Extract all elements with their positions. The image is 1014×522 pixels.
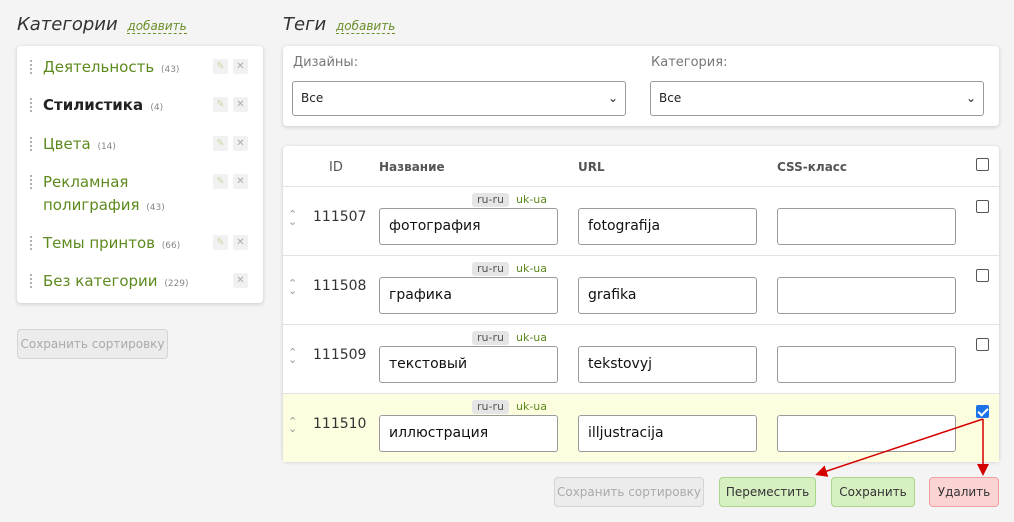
- category-count: (4): [150, 103, 164, 113]
- chevron-down-icon: ⌄: [607, 91, 618, 105]
- tag-url-input[interactable]: illjustracija: [578, 415, 757, 452]
- tag-name-input[interactable]: графика: [379, 277, 558, 314]
- tag-css-input[interactable]: [777, 208, 956, 245]
- category-count: (229): [164, 279, 189, 289]
- close-icon[interactable]: ✕: [233, 273, 248, 288]
- row-id: 111507: [313, 209, 367, 225]
- tag-css-input[interactable]: [777, 415, 956, 452]
- select-all-checkbox[interactable]: [976, 158, 989, 171]
- lang-tab-uk[interactable]: uk-ua: [516, 400, 547, 414]
- pencil-icon[interactable]: ✎: [213, 59, 228, 74]
- row-id: 111508: [313, 278, 367, 294]
- row-id: 111510: [313, 416, 367, 432]
- drag-handle-icon[interactable]: [29, 137, 33, 152]
- category-count: (66): [161, 241, 181, 251]
- lang-tab-uk[interactable]: uk-ua: [516, 262, 547, 276]
- lang-tab-ru[interactable]: ru-ru: [472, 262, 509, 276]
- tag-css-input[interactable]: [777, 346, 956, 383]
- filter-panel: Дизайны: Все ⌄ Категория: Все ⌄: [283, 46, 999, 126]
- chevron-down-icon: ⌄: [965, 91, 976, 105]
- lang-tab-uk[interactable]: uk-ua: [516, 193, 547, 207]
- category-label[interactable]: Цвета (14): [43, 133, 203, 159]
- column-header-id: ID: [329, 160, 343, 175]
- add-tag-link[interactable]: добавить: [335, 19, 396, 34]
- pencil-icon[interactable]: ✎: [213, 97, 228, 112]
- lang-tab-ru[interactable]: ru-ru: [472, 400, 509, 414]
- designs-label: Дизайны:: [293, 55, 359, 70]
- lang-tab-uk[interactable]: uk-ua: [516, 331, 547, 345]
- category-count: (43): [146, 203, 165, 213]
- drag-handle-icon[interactable]: [29, 274, 33, 289]
- tag-name-input[interactable]: фотография: [379, 208, 558, 245]
- tag-url-input[interactable]: tekstovyj: [578, 346, 757, 383]
- save-button[interactable]: Сохранить: [831, 477, 915, 507]
- category-label[interactable]: Деятельность (43): [43, 56, 203, 82]
- table-row: ⌃ ⌄ 111507 ru-ru uk-ua фотография fotogra…: [283, 186, 999, 255]
- row-checkbox[interactable]: [976, 338, 989, 351]
- row-checkbox[interactable]: [976, 269, 989, 282]
- category-label[interactable]: Стилистика (4): [43, 94, 203, 120]
- row-id: 111509: [313, 347, 367, 363]
- drag-handle-icon[interactable]: [29, 236, 33, 251]
- drag-handle-icon[interactable]: ⌃ ⌄: [288, 416, 297, 434]
- close-icon[interactable]: ✕: [233, 235, 248, 250]
- lang-tab-ru[interactable]: ru-ru: [472, 193, 509, 207]
- category-filter-label: Категория:: [651, 55, 728, 70]
- drag-handle-icon[interactable]: ⌃ ⌄: [288, 278, 297, 296]
- tags-title: Теги: [283, 14, 327, 35]
- categories-heading: Категории добавить: [17, 14, 187, 35]
- row-checkbox[interactable]: [976, 405, 989, 418]
- drag-handle-icon[interactable]: ⌃ ⌄: [288, 347, 297, 365]
- tags-table: ID Название URL CSS-класс ⌃ ⌄ 111507 ru-r…: [283, 146, 999, 462]
- column-header-url: URL: [578, 160, 605, 174]
- column-header-name: Название: [379, 160, 445, 174]
- save-category-sort-button[interactable]: Сохранить сортировку: [17, 329, 168, 359]
- drag-handle-icon[interactable]: ⌃ ⌄: [288, 209, 297, 227]
- table-row: ⌃ ⌄ 111510 ru-ru uk-ua иллюстрация illjus…: [283, 393, 999, 462]
- tag-css-input[interactable]: [777, 277, 956, 314]
- category-count: (14): [97, 142, 116, 152]
- category-select-value: Все: [659, 91, 682, 105]
- tag-name-input[interactable]: иллюстрация: [379, 415, 558, 452]
- table-row: ⌃ ⌄ 111508 ru-ru uk-ua графика grafika: [283, 255, 999, 324]
- category-select[interactable]: Все ⌄: [650, 81, 984, 116]
- add-category-link[interactable]: добавить: [127, 19, 187, 34]
- tag-url-input[interactable]: fotografija: [578, 208, 757, 245]
- table-row: ⌃ ⌄ 111509 ru-ru uk-ua текстовый tekstovy…: [283, 324, 999, 393]
- category-label[interactable]: Рекламная полиграфия (43): [43, 171, 193, 220]
- categories-title: Категории: [17, 14, 118, 35]
- save-tag-sort-button[interactable]: Сохранить сортировку: [554, 477, 704, 507]
- pencil-icon[interactable]: ✎: [213, 235, 228, 250]
- drag-handle-icon[interactable]: [29, 60, 33, 75]
- drag-handle-icon[interactable]: [29, 98, 33, 113]
- close-icon[interactable]: ✕: [233, 59, 248, 74]
- pencil-icon[interactable]: ✎: [213, 136, 228, 151]
- close-icon[interactable]: ✕: [233, 136, 248, 151]
- lang-tab-ru[interactable]: ru-ru: [472, 331, 509, 345]
- tag-url-input[interactable]: grafika: [578, 277, 757, 314]
- pencil-icon[interactable]: ✎: [213, 174, 228, 189]
- categories-panel: Деятельность (43) ✎ ✕ Стилистика (4) ✎ ✕…: [17, 46, 263, 303]
- row-checkbox[interactable]: [976, 200, 989, 213]
- category-count: (43): [160, 65, 180, 75]
- column-header-css: CSS-класс: [777, 160, 848, 174]
- delete-button[interactable]: Удалить: [929, 477, 999, 507]
- drag-handle-icon[interactable]: [29, 175, 33, 190]
- close-icon[interactable]: ✕: [233, 174, 248, 189]
- category-label[interactable]: Без категории (229): [43, 270, 203, 296]
- tag-name-input[interactable]: текстовый: [379, 346, 558, 383]
- designs-select-value: Все: [301, 91, 324, 105]
- tags-heading: Теги добавить: [283, 14, 396, 35]
- close-icon[interactable]: ✕: [233, 97, 248, 112]
- designs-select[interactable]: Все ⌄: [292, 81, 626, 116]
- move-button[interactable]: Переместить: [719, 477, 816, 507]
- category-label[interactable]: Темы принтов (66): [43, 232, 203, 258]
